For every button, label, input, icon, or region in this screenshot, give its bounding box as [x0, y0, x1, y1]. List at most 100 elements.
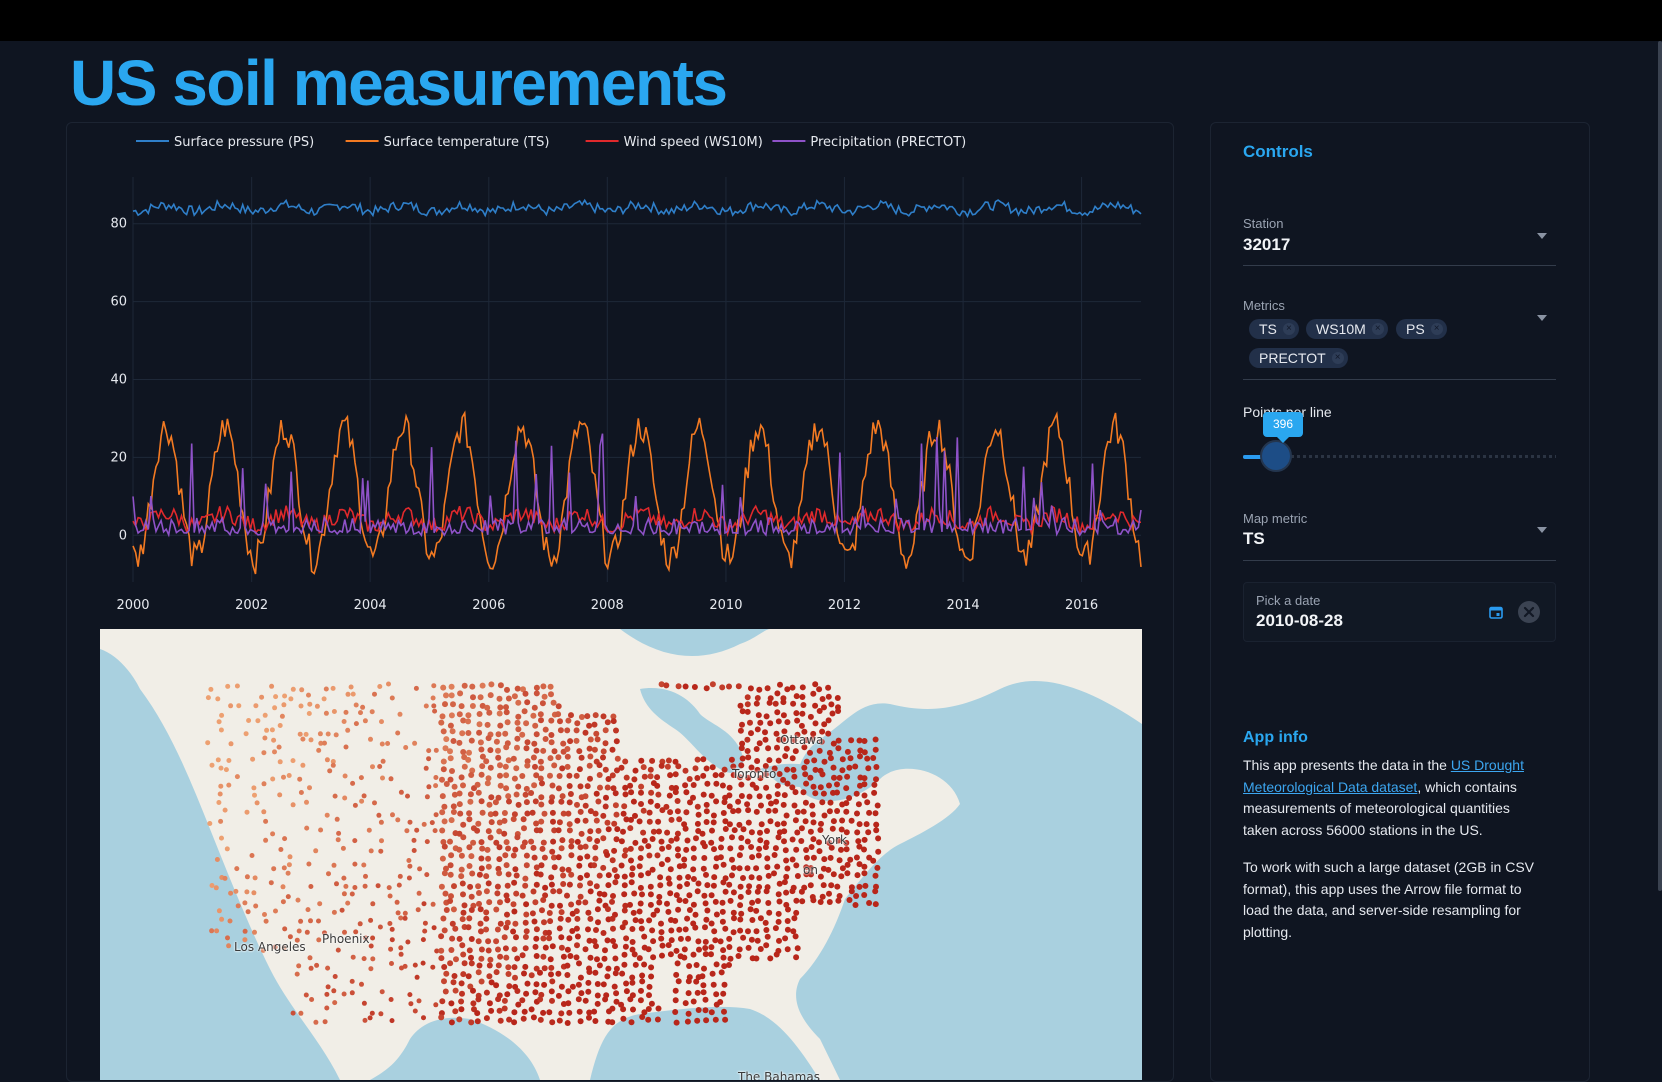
station-dot[interactable] — [709, 970, 716, 977]
station-dot[interactable] — [450, 979, 457, 986]
station-dot[interactable] — [303, 992, 309, 998]
station-dot[interactable] — [810, 783, 817, 790]
station-dot[interactable] — [250, 756, 256, 762]
station-dot[interactable] — [395, 910, 401, 916]
station-dot[interactable] — [753, 955, 760, 962]
station-dot[interactable] — [475, 820, 482, 827]
station-dot[interactable] — [601, 891, 608, 898]
station-dot[interactable] — [555, 970, 562, 977]
station-dot[interactable] — [573, 954, 580, 961]
station-value[interactable]: 32017 — [1243, 235, 1290, 255]
station-dot[interactable] — [316, 918, 321, 924]
station-dot[interactable] — [565, 988, 572, 995]
station-dot[interactable] — [426, 748, 432, 754]
station-dot[interactable] — [774, 821, 781, 828]
station-dot[interactable] — [316, 747, 322, 753]
station-dot[interactable] — [740, 826, 747, 833]
station-dot[interactable] — [467, 883, 474, 890]
station-dot[interactable] — [386, 885, 392, 891]
station-dot[interactable] — [523, 911, 530, 918]
station-dot[interactable] — [735, 807, 742, 814]
station-dot[interactable] — [727, 955, 734, 962]
station-dot[interactable] — [468, 936, 475, 942]
station-dot[interactable] — [522, 690, 529, 697]
station-dot[interactable] — [667, 772, 674, 779]
station-dot[interactable] — [368, 736, 373, 742]
station-dot[interactable] — [533, 690, 540, 697]
station-dot[interactable] — [754, 758, 761, 764]
station-dot[interactable] — [461, 682, 468, 689]
station-dot[interactable] — [458, 774, 465, 781]
station-dot[interactable] — [457, 810, 464, 817]
station-dot[interactable] — [208, 686, 214, 692]
station-dot[interactable] — [522, 945, 529, 952]
station-dot[interactable] — [702, 945, 709, 951]
station-dot[interactable] — [504, 686, 510, 693]
station-dot[interactable] — [672, 997, 679, 1004]
station-dot[interactable] — [839, 817, 846, 824]
station-dot[interactable] — [757, 915, 764, 922]
station-dot[interactable] — [737, 727, 744, 734]
station-dot[interactable] — [658, 935, 665, 942]
station-dot[interactable] — [242, 928, 248, 934]
station-dot[interactable] — [510, 928, 517, 935]
station-dot[interactable] — [421, 901, 427, 907]
station-dot[interactable] — [447, 776, 454, 783]
station-dot[interactable] — [774, 709, 781, 716]
station-dot[interactable] — [595, 919, 601, 926]
station-dot[interactable] — [559, 837, 566, 844]
station-dot[interactable] — [334, 816, 340, 822]
station-dot[interactable] — [549, 848, 556, 855]
station-dot[interactable] — [745, 944, 752, 951]
station-dot[interactable] — [458, 703, 465, 710]
station-dot[interactable] — [253, 903, 259, 909]
station-dot[interactable] — [305, 907, 311, 913]
station-dot[interactable] — [477, 739, 484, 746]
station-dot[interactable] — [395, 730, 401, 736]
station-dot[interactable] — [316, 937, 322, 943]
station-dot[interactable] — [861, 892, 868, 898]
station-dot[interactable] — [649, 836, 656, 842]
station-dot[interactable] — [461, 960, 468, 967]
station-dot[interactable] — [547, 772, 553, 779]
station-dot[interactable] — [593, 927, 599, 933]
station-dot[interactable] — [604, 719, 611, 726]
station-dot[interactable] — [441, 843, 448, 850]
station-dot[interactable] — [781, 792, 788, 799]
station-dot[interactable] — [865, 829, 872, 836]
station-dot[interactable] — [242, 900, 248, 906]
station-dot[interactable] — [496, 844, 503, 851]
station-dot[interactable] — [586, 745, 593, 752]
station-dot[interactable] — [870, 755, 877, 761]
station-dot[interactable] — [793, 862, 800, 869]
station-dot[interactable] — [426, 756, 432, 762]
station-dot[interactable] — [738, 910, 745, 917]
station-dot[interactable] — [558, 909, 565, 916]
station-dot[interactable] — [478, 946, 485, 953]
station-dot[interactable] — [411, 848, 417, 853]
station-dot[interactable] — [784, 686, 791, 693]
station-dot[interactable] — [566, 799, 573, 806]
station-dot[interactable] — [726, 683, 732, 690]
station-dot[interactable] — [681, 862, 687, 869]
station-dot[interactable] — [871, 789, 878, 796]
station-dot[interactable] — [792, 933, 799, 940]
station-dot[interactable] — [362, 1017, 368, 1023]
station-dot[interactable] — [402, 915, 408, 921]
station-dot[interactable] — [737, 702, 744, 709]
station-dot[interactable] — [548, 874, 555, 881]
station-dot[interactable] — [515, 699, 522, 706]
station-dot[interactable] — [816, 686, 823, 693]
station-dot[interactable] — [558, 845, 565, 852]
station-dot[interactable] — [596, 762, 603, 769]
station-dot[interactable] — [297, 776, 303, 782]
station-dot[interactable] — [776, 880, 783, 887]
station-dot[interactable] — [513, 765, 520, 772]
station-dot[interactable] — [479, 809, 486, 816]
station-dot[interactable] — [533, 935, 540, 942]
station-dot[interactable] — [784, 766, 791, 773]
station-dot[interactable] — [747, 906, 754, 913]
station-dot[interactable] — [495, 946, 501, 953]
station-dot[interactable] — [515, 713, 522, 720]
station-dot[interactable] — [361, 1000, 367, 1006]
